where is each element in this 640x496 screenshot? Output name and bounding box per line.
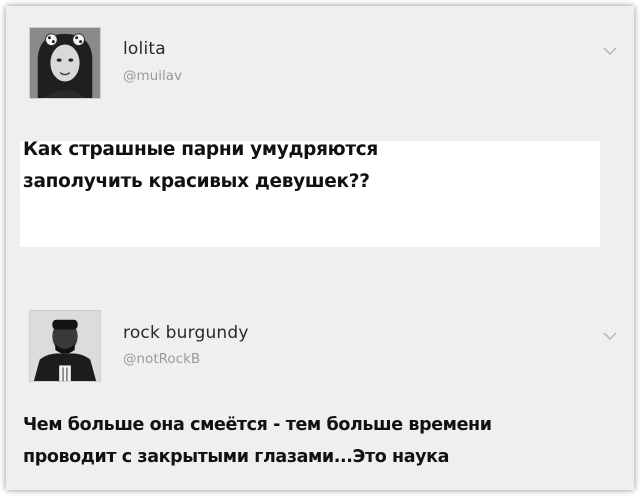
user-avatar-icon [30, 311, 100, 381]
tweet-text: Чем больше она смеётся - тем больше врем… [23, 409, 634, 473]
tweet-text-line: Чем больше она смеётся - тем больше врем… [23, 415, 492, 435]
tweet-text-line: заполучить красивых девушек?? [23, 171, 370, 192]
user-avatar-icon[interactable] [29, 27, 101, 99]
chevron-down-icon[interactable] [603, 46, 617, 56]
user-avatar-icon[interactable] [29, 310, 101, 382]
user-avatar-icon [30, 28, 100, 98]
user-handle[interactable]: @notRockB [123, 351, 200, 367]
tweet-text: Как страшные парни умудряются заполучить… [23, 134, 443, 198]
tweet-card: rock burgundy @notRockB Чем больше она с… [6, 271, 634, 490]
chevron-down-icon[interactable] [603, 331, 617, 341]
user-handle[interactable]: @muilav [123, 68, 182, 84]
tweet-text-line: Как страшные парни умудряются [23, 139, 379, 160]
user-display-name[interactable]: rock burgundy [123, 323, 249, 343]
tweet-text-line: проводит с закрытыми глазами...Это наука [23, 447, 450, 467]
screenshot-frame: lolita @muilav Как страшные парни умудря… [6, 6, 634, 490]
user-display-name[interactable]: lolita [123, 39, 166, 59]
tweet-card: lolita @muilav Как страшные парни умудря… [6, 6, 634, 271]
